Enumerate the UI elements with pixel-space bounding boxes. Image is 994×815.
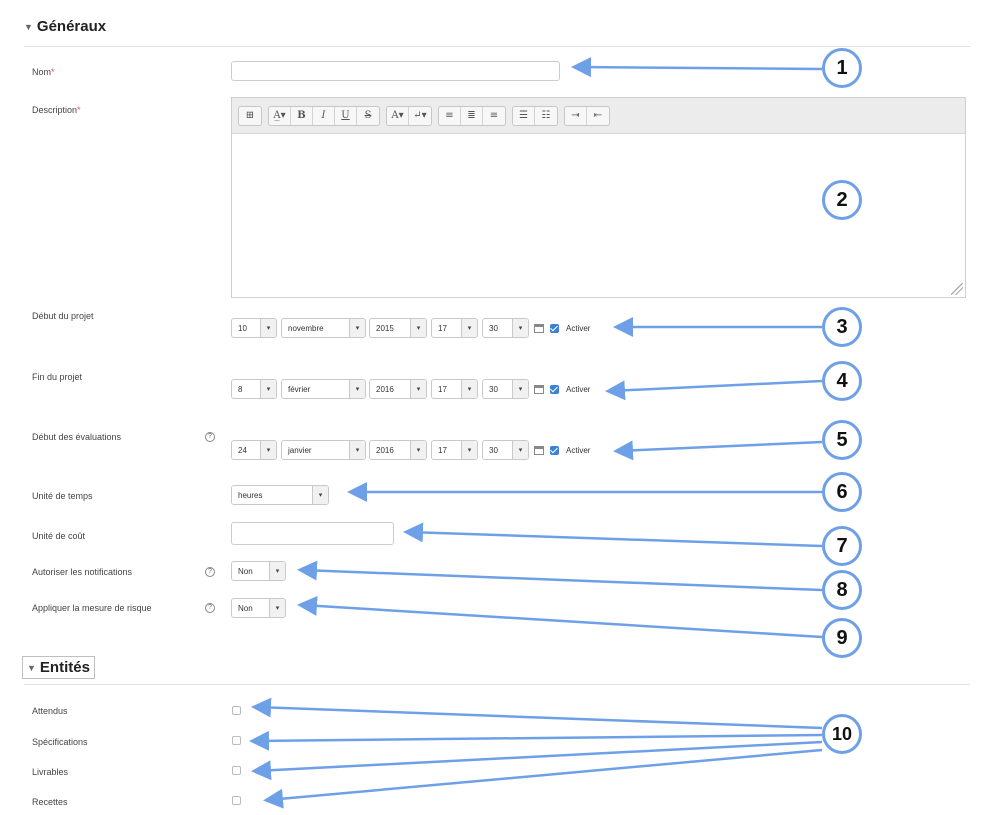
arrow-4 — [605, 379, 823, 401]
arrow-10a — [251, 697, 823, 730]
annotation-badge: 9 — [822, 618, 862, 658]
annotation-badge: 1 — [822, 48, 862, 88]
annotation-badge: 6 — [822, 472, 862, 512]
annotation-arrows — [249, 57, 823, 809]
arrow-7 — [403, 522, 823, 548]
annotation-badge: 10 — [822, 714, 862, 754]
annotation-badge: 3 — [822, 307, 862, 347]
arrow-8 — [297, 560, 823, 592]
annotation-badge: 8 — [822, 570, 862, 610]
annotation-badge: 5 — [822, 420, 862, 460]
arrow-10d — [263, 748, 823, 809]
arrow-5 — [613, 440, 823, 461]
arrow-10b — [249, 730, 823, 751]
annotation-badge: 7 — [822, 526, 862, 566]
annotation-badge: 4 — [822, 361, 862, 401]
arrow-9 — [297, 595, 823, 639]
arrow-1 — [571, 57, 823, 78]
annotation-badge: 2 — [822, 180, 862, 220]
